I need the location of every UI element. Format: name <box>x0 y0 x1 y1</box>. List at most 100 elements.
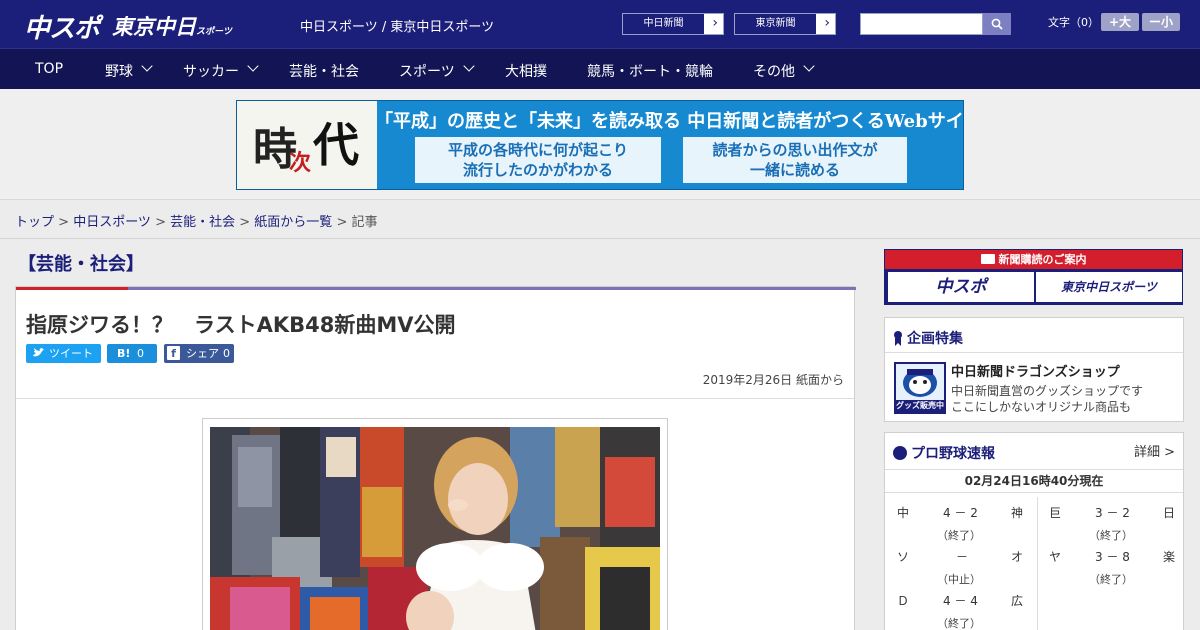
tweet-button[interactable]: ツイート <box>26 344 101 363</box>
baseball-detail-link[interactable]: 詳細 > <box>1134 441 1175 460</box>
article-photo-frame <box>202 418 668 630</box>
nav-item-top[interactable]: TOP <box>35 61 63 77</box>
kikaku-title-text: 企画特集 <box>907 331 963 347</box>
hatena-count: 0 <box>137 347 144 360</box>
game-away-team: オ <box>1011 550 1024 564</box>
ad-headline: 「平成」の歴史と「未来」を読み取る 中日新聞と読者がつくるWebサイト <box>375 111 964 132</box>
game-score[interactable]: 4 － 4 <box>943 592 978 609</box>
ribbon-icon <box>893 330 903 346</box>
breadcrumb-link-top[interactable]: トップ <box>15 215 54 230</box>
breadcrumb-separator: > <box>336 215 352 230</box>
breadcrumb-link-chuspo[interactable]: 中日スポーツ <box>73 215 151 230</box>
game-status: （終了） <box>937 529 981 542</box>
divider <box>885 352 1183 353</box>
shop-icon-label: グッズ販売中 <box>896 400 944 412</box>
chevron-down-icon[interactable] <box>463 60 475 72</box>
nav-item-sports[interactable]: スポーツ <box>399 61 455 81</box>
search-button[interactable] <box>983 13 1011 35</box>
chevron-right-icon: › <box>712 15 718 31</box>
article-photo-image <box>210 427 660 630</box>
game-home-team: 中 <box>897 506 910 520</box>
tokyo-logo-text: 東京中日 <box>112 15 196 39</box>
nav-item-other[interactable]: その他 <box>753 61 795 81</box>
subscribe-tokyo-chunichi-button[interactable]: 東京中日スポーツ <box>1036 272 1182 302</box>
subscription-heading: 新聞購読のご案内 <box>885 250 1182 269</box>
score-timestamp: 02月24日16時40分現在 <box>885 469 1183 493</box>
breadcrumb-current: 記事 <box>351 215 378 230</box>
facebook-share-count: 0 <box>223 347 230 360</box>
ad-box-line: 平成の各時代に何が起こり <box>447 141 628 159</box>
game-score[interactable]: 4 － 2 <box>943 504 978 521</box>
article-topline-accent <box>16 287 128 290</box>
tokyo-chunichi-logo[interactable]: 東京中日スポーツ <box>112 11 232 41</box>
chevron-down-icon[interactable] <box>141 60 153 72</box>
game-home-team: 巨 <box>1049 506 1062 520</box>
subscribe-chuspo-button[interactable]: 中スポ <box>888 272 1034 302</box>
breadcrumb: トップ > 中日スポーツ > 芸能・社会 > 紙面から一覧 > 記事 <box>15 211 378 230</box>
ad-box-line: 読者からの思い出作文が <box>712 141 878 159</box>
article-topline <box>16 287 856 290</box>
tweet-label: ツイート <box>49 347 93 360</box>
ad-logo-char: 代 <box>313 118 359 172</box>
site-header: 中スポ 東京中日スポーツ 中日スポーツ / 東京中日スポーツ 中日新聞 › 東京… <box>0 0 1200 48</box>
nav-item-entertainment[interactable]: 芸能・社会 <box>289 61 359 81</box>
game-score[interactable]: 3 － 8 <box>1095 548 1130 565</box>
ad-feature-box: 読者からの思い出作文が 一緒に読める <box>683 137 907 183</box>
nav-item-soccer[interactable]: サッカー <box>183 61 239 81</box>
font-increase-button[interactable]: +大 <box>1101 13 1139 31</box>
kikaku-panel: 企画特集 グッズ販売中 中日新聞ドラゴンズショップ 中日新聞直営のグッズショップ… <box>884 317 1184 422</box>
facebook-share-label: シェア <box>186 347 219 360</box>
ad-feature-box: 平成の各時代に何が起こり 流行したのかがわかる <box>415 137 661 183</box>
baseball-scores-panel: プロ野球速報 詳細 > 02月24日16時40分現在 中 4 － 2 神 （終了… <box>884 432 1184 630</box>
game-away-team: 楽 <box>1163 550 1176 564</box>
nav-item-racing[interactable]: 競馬・ボート・競輪 <box>587 61 713 81</box>
breadcrumb-separator: > <box>155 215 171 230</box>
article-photo[interactable] <box>210 427 660 630</box>
ad-box-line: 一緒に読める <box>749 161 840 179</box>
divider <box>0 238 1200 239</box>
chuspo-logo[interactable]: 中スポ <box>24 8 100 45</box>
search-input[interactable] <box>860 13 983 35</box>
game-status: （中止） <box>937 573 981 586</box>
chunichi-shimbun-button[interactable]: 中日新聞 › <box>622 13 724 35</box>
tokyo-shimbun-button[interactable]: 東京新聞 › <box>734 13 836 35</box>
facebook-share-button[interactable]: f シェア 0 <box>164 344 234 363</box>
main-nav: TOP 野球 サッカー 芸能・社会 スポーツ 大相撲 競馬・ボート・競輪 その他 <box>0 48 1200 89</box>
ad-logo-char: 次 <box>289 150 312 176</box>
breadcrumb-link-category[interactable]: 芸能・社会 <box>170 215 235 230</box>
game-score[interactable]: 3 － 2 <box>1095 504 1130 521</box>
shop-name-link[interactable]: 中日新聞ドラゴンズショップ <box>951 361 1120 380</box>
doala-mascot-icon <box>903 369 937 397</box>
jijidai-banner-ad[interactable]: 時 次 代 「平成」の歴史と「未来」を読み取る 中日新聞と読者がつくるWebサイ… <box>236 100 964 190</box>
baseball-title: プロ野球速報 <box>893 443 995 463</box>
baseball-title-text: プロ野球速報 <box>911 446 995 462</box>
chevron-down-icon[interactable] <box>247 60 259 72</box>
kikaku-title: 企画特集 <box>893 328 963 348</box>
nav-item-baseball[interactable]: 野球 <box>105 61 133 81</box>
game-away-team: 広 <box>1011 594 1024 608</box>
divider <box>1037 497 1038 630</box>
hatena-bookmark-button[interactable]: B! 0 <box>107 344 157 363</box>
tokyo-logo-sub: スポーツ <box>196 27 232 37</box>
game-home-team: ヤ <box>1049 550 1062 564</box>
baseball-icon <box>893 446 907 460</box>
search-icon <box>991 18 1003 30</box>
game-score[interactable]: － <box>956 548 968 565</box>
nav-item-sumo[interactable]: 大相撲 <box>505 61 547 81</box>
font-size-label: 文字（0） <box>1048 16 1099 29</box>
font-decrease-button[interactable]: ー小 <box>1142 13 1180 31</box>
site-title[interactable]: 中日スポーツ / 東京中日スポーツ <box>300 16 494 35</box>
ad-logo-area: 時 次 代 <box>237 101 377 189</box>
breadcrumb-link-list[interactable]: 紙面から一覧 <box>254 215 332 230</box>
paper-button-label: 東京新聞 <box>735 14 816 34</box>
twitter-bird-icon <box>33 348 45 357</box>
chevron-down-icon[interactable] <box>803 60 815 72</box>
article-card: 指原ジワる！？ ラストAKB48新曲MV公開 ツイート B! 0 f シェア 0… <box>15 286 856 630</box>
breadcrumb-separator: > <box>239 215 255 230</box>
shop-description: ここにしかないオリジナル商品も <box>951 400 1132 414</box>
chevron-right-icon: › <box>824 15 830 31</box>
game-status: （終了） <box>1089 573 1133 586</box>
dragons-shop-icon[interactable]: グッズ販売中 <box>894 362 946 414</box>
category-heading: 【芸能・社会】 <box>18 254 144 275</box>
shop-description: 中日新聞直営のグッズショップです <box>951 384 1144 398</box>
